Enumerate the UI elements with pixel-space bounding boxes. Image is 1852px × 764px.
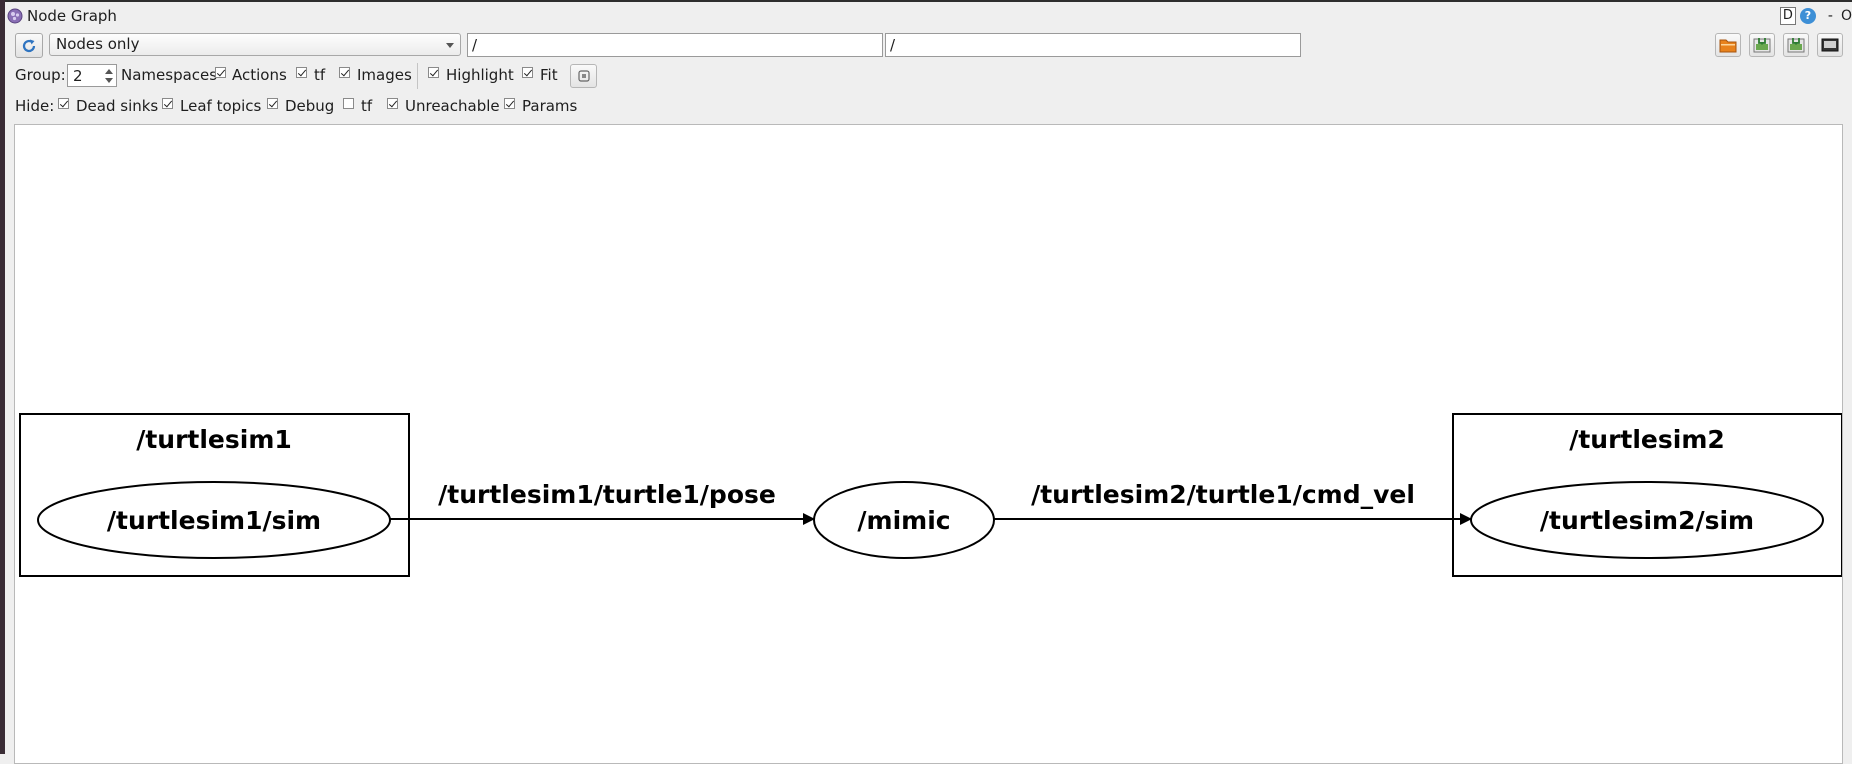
close-button[interactable]: O	[1841, 8, 1852, 24]
params-label: Params	[522, 97, 578, 115]
edge-cmd-vel[interactable]: /turtlesim2/turtle1/cmd_vel	[994, 480, 1472, 525]
graph-svg: /turtlesim1 /turtlesim1/sim /turtlesim1/…	[19, 413, 1842, 577]
app-icon	[7, 8, 23, 24]
chevron-down-icon[interactable]	[105, 78, 113, 83]
images-checkbox[interactable]	[339, 67, 350, 78]
title-bar-controls: D ? - O	[1779, 7, 1852, 25]
debug-label: Debug	[285, 97, 335, 115]
edge-cmd-vel-label: /turtlesim2/turtle1/cmd_vel	[1031, 480, 1415, 509]
leaf-topics-checkbox[interactable]	[162, 98, 173, 109]
group-label: Group:	[15, 66, 66, 84]
refresh-icon	[22, 39, 36, 52]
dead-sinks-label: Dead sinks	[76, 97, 159, 115]
node-turtlesim1-sim[interactable]: /turtlesim1/sim	[37, 481, 391, 559]
tf-label: tf	[314, 66, 326, 84]
window-title: Node Graph	[27, 7, 117, 25]
save-svg-button[interactable]	[1783, 33, 1809, 57]
graph-mode-select[interactable]: Nodes only	[49, 33, 461, 56]
group-turtlesim1[interactable]: /turtlesim1 /turtlesim1/sim	[19, 413, 410, 577]
namespace-filter-input[interactable]	[467, 33, 883, 57]
group-value: 2	[73, 67, 83, 85]
chevron-down-icon	[446, 43, 454, 48]
save-image-icon	[1753, 38, 1771, 53]
fit-label: Fit	[540, 66, 558, 84]
node-turtlesim2-sim-label: /turtlesim2/sim	[1540, 506, 1754, 535]
hide-row: Hide: Dead sinks Leaf topics Debug tf Un…	[5, 93, 1852, 119]
actions-checkbox[interactable]	[215, 67, 226, 78]
spin-arrows-icon[interactable]	[104, 67, 114, 85]
dead-sinks-checkbox[interactable]	[58, 98, 69, 109]
hide-tf-label: tf	[361, 97, 373, 115]
actions-label: Actions	[232, 66, 287, 84]
save-image-button[interactable]	[1817, 33, 1843, 57]
fit-view-icon	[577, 70, 590, 82]
highlight-label: Highlight	[446, 66, 514, 84]
leaf-topics-label: Leaf topics	[180, 97, 262, 115]
folder-icon	[1719, 39, 1737, 53]
graph-mode-value: Nodes only	[56, 35, 140, 53]
group-turtlesim1-label: /turtlesim1	[136, 425, 292, 454]
minimize-button[interactable]: -	[1828, 8, 1833, 24]
options-row: Group: 2 Namespaces Actions tf Images Hi…	[5, 62, 1852, 90]
edge-pose[interactable]: /turtlesim1/turtle1/pose	[390, 480, 815, 525]
debug-checkbox[interactable]	[267, 98, 278, 109]
separator	[417, 63, 418, 89]
exclude-filter-input[interactable]	[885, 33, 1301, 57]
images-label: Images	[357, 66, 412, 84]
node-turtlesim2-sim[interactable]: /turtlesim2/sim	[1470, 481, 1824, 559]
group-spinbox[interactable]: 2	[67, 64, 117, 87]
fit-checkbox[interactable]	[522, 67, 533, 78]
node-mimic-label: /mimic	[857, 506, 950, 535]
node-mimic[interactable]: /mimic	[813, 481, 995, 559]
dock-button[interactable]: D	[1779, 7, 1796, 25]
node-turtlesim1-sim-label: /turtlesim1/sim	[107, 506, 321, 535]
toolbar-row: Nodes only	[5, 32, 1852, 60]
fit-in-view-button[interactable]	[570, 64, 597, 88]
group-turtlesim2[interactable]: /turtlesim2 /turtlesim2/sim	[1452, 413, 1842, 577]
edge-pose-label: /turtlesim1/turtle1/pose	[438, 480, 776, 509]
params-checkbox[interactable]	[504, 98, 515, 109]
namespaces-label: Namespaces	[121, 66, 218, 84]
unreachable-checkbox[interactable]	[387, 98, 398, 109]
save-image-icon	[1787, 38, 1805, 53]
image-icon	[1821, 38, 1839, 52]
save-dot-button[interactable]	[1749, 33, 1775, 57]
highlight-checkbox[interactable]	[428, 67, 439, 78]
refresh-button[interactable]	[15, 33, 43, 58]
hide-tf-checkbox[interactable]	[343, 98, 354, 109]
help-icon[interactable]: ?	[1799, 8, 1816, 24]
tf-checkbox[interactable]	[296, 67, 307, 78]
graph-canvas[interactable]: /turtlesim1 /turtlesim1/sim /turtlesim1/…	[14, 124, 1843, 764]
load-dot-button[interactable]	[1715, 33, 1741, 57]
group-turtlesim2-label: /turtlesim2	[1569, 425, 1725, 454]
title-bar: Node Graph D ? - O	[5, 2, 1852, 30]
chevron-up-icon[interactable]	[105, 69, 113, 74]
hide-label: Hide:	[15, 97, 55, 115]
unreachable-label: Unreachable	[405, 97, 500, 115]
